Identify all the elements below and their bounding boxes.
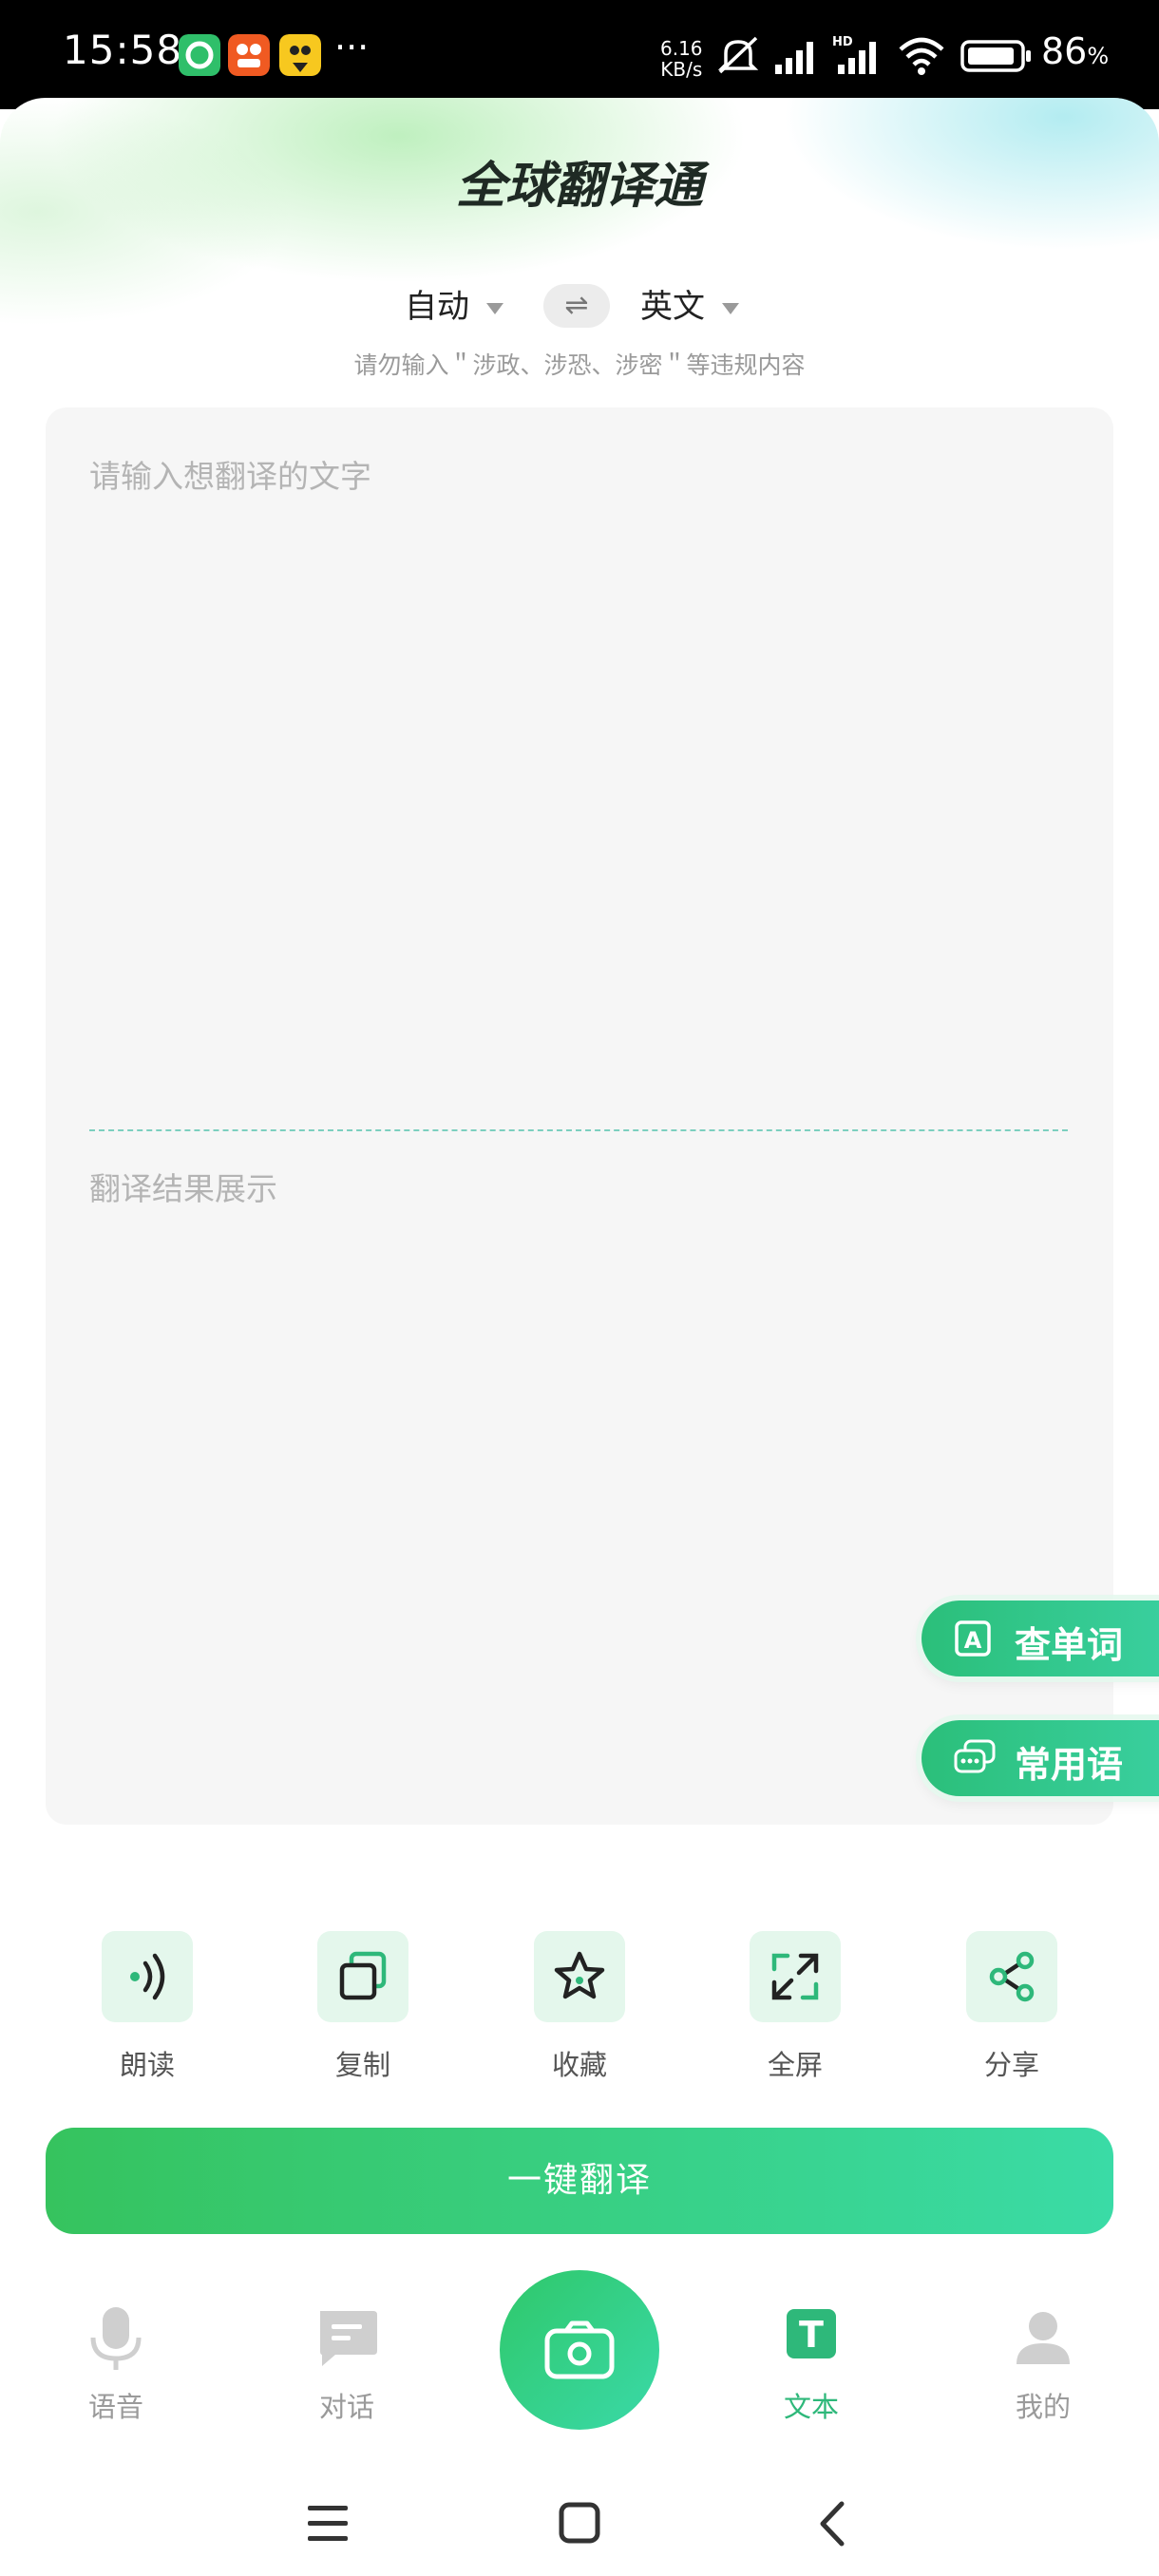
source-language-dropdown[interactable]: 自动 [405,278,504,335]
share-button[interactable]: 分享 [945,1931,1078,2083]
home-icon[interactable] [559,2502,600,2544]
common-phrases-label: 常用语 [1015,1744,1124,1786]
status-bar: 15:58 ··· 6.16 KB/s HD 86% [0,0,1159,109]
svg-text:A: A [964,1627,982,1654]
battery-percent: 86% [1041,30,1110,72]
target-language-dropdown[interactable]: 英文 [640,278,739,335]
share-icon [989,1951,1035,2002]
swap-languages-button[interactable]: ⇌ [543,284,610,328]
nav-voice-label: 语音 [87,2391,143,2423]
camera-icon [544,2320,615,2379]
divider [89,1129,1068,1131]
fullscreen-label: 全屏 [767,2049,823,2081]
source-chevron-down-icon [486,302,504,314]
nav-text-label: 文本 [783,2391,839,2423]
app-icon-green [179,34,220,76]
nav-text[interactable]: T 文本 [735,2301,887,2425]
user-icon [1016,2312,1070,2364]
back-icon[interactable] [815,2500,847,2548]
copy-button[interactable]: 复制 [296,1931,429,2083]
page-title: 全球翻译通 [455,158,703,215]
copy-label: 复制 [334,2049,390,2081]
nav-dialog[interactable]: 对话 [271,2301,423,2425]
nav-mine-label: 我的 [1015,2391,1071,2423]
lookup-word-label: 查单词 [1015,1624,1124,1666]
system-nav-bar [0,2470,1159,2576]
mute-bell-icon [717,36,759,74]
chat-bubbles-icon [954,1739,996,1773]
svg-text:T: T [799,2314,824,2356]
read-aloud-button[interactable]: 朗读 [81,1931,214,2083]
app-icon-orange [228,34,270,76]
tool-row: 朗读 复制 收藏 全屏 分享 [0,1931,1159,2121]
nav-voice[interactable]: 语音 [40,2301,192,2425]
signal-hd-icon: HD [832,35,876,74]
dictionary-icon: A [955,1620,991,1657]
app-icon-yellow [279,34,321,76]
translate-button[interactable]: 一键翻译 [46,2128,1113,2234]
fullscreen-button[interactable]: 全屏 [729,1931,862,2083]
more-notifications-icon: ··· [334,27,370,68]
wifi-icon [899,37,944,75]
chat-icon [320,2311,377,2366]
language-selector: 自动 ⇌ 英文 [0,278,1159,335]
nav-dialog-label: 对话 [318,2391,374,2423]
svg-text:HD: HD [832,35,853,49]
target-chevron-down-icon [722,302,739,314]
favorite-button[interactable]: 收藏 [513,1931,646,2083]
read-aloud-label: 朗读 [119,2049,175,2081]
text-tab-icon: T [787,2309,836,2358]
menu-icon[interactable] [306,2504,350,2542]
battery-icon [960,40,1031,72]
content-notice: 请勿输入＂涉政、涉恐、涉密＂等违规内容 [353,351,806,379]
lookup-word-button[interactable]: A 查单词 [922,1601,1159,1676]
share-label: 分享 [983,2049,1039,2081]
signal-icon-1 [775,42,813,74]
star-icon [554,1951,605,1999]
status-time: 15:58 [63,27,183,73]
common-phrases-button[interactable]: 常用语 [922,1720,1159,1796]
microphone-icon [90,2307,142,2370]
speaker-wave-icon [130,1953,165,2000]
main-card: 全球翻译通 自动 ⇌ 英文 请勿输入＂涉政、涉恐、涉密＂等违规内容 请输入想翻译… [0,98,1159,2576]
copy-icon [339,1951,387,2000]
translation-result: 翻译结果展示 [89,1170,277,1207]
nav-mine[interactable]: 我的 [967,2301,1119,2425]
camera-translate-button[interactable] [500,2270,659,2430]
source-text-input[interactable]: 请输入想翻译的文字 [89,451,371,497]
net-speed: 6.16 KB/s [660,37,703,81]
favorite-label: 收藏 [551,2049,607,2081]
expand-icon [771,1953,819,2000]
